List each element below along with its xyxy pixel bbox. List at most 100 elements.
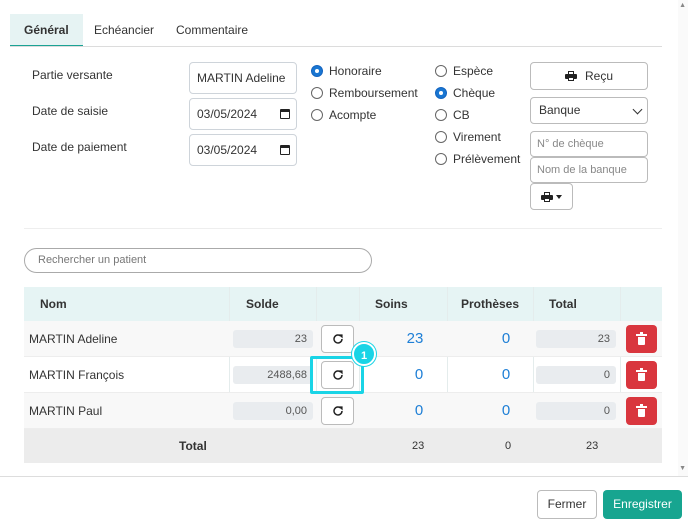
- date-saisie-label: Date de saisie: [32, 104, 109, 118]
- patient-search-input[interactable]: Rechercher un patient: [24, 248, 372, 273]
- refresh-icon: [332, 334, 343, 344]
- protheses-link[interactable]: 0: [486, 330, 526, 347]
- radio-button[interactable]: [435, 65, 447, 77]
- radio-button[interactable]: [311, 109, 323, 121]
- radio-espece[interactable]: Espèce: [435, 64, 493, 78]
- header-nom: Nom: [40, 297, 67, 311]
- header-solde: Solde: [246, 297, 279, 311]
- footer-divider: [0, 476, 688, 477]
- date-saisie-field[interactable]: 03/05/2024: [189, 98, 297, 130]
- refresh-button[interactable]: [321, 325, 354, 353]
- tab-bar: Général Echéancier Commentaire: [0, 0, 688, 48]
- soins-link[interactable]: 0: [399, 402, 439, 419]
- delete-button[interactable]: [626, 397, 657, 425]
- radio-button-checked[interactable]: [435, 87, 447, 99]
- recu-button[interactable]: Reçu: [530, 62, 648, 90]
- radio-label: Virement: [453, 130, 501, 144]
- printer-icon: [564, 71, 577, 81]
- close-button[interactable]: Fermer: [537, 490, 597, 519]
- radio-honoraire[interactable]: Honoraire: [311, 64, 382, 78]
- patient-name: MARTIN Adeline: [29, 332, 118, 346]
- radio-button[interactable]: [311, 87, 323, 99]
- radio-acompte[interactable]: Acompte: [311, 108, 376, 122]
- scroll-down-icon[interactable]: ▼: [679, 465, 686, 473]
- radio-button-checked[interactable]: [311, 65, 323, 77]
- table-row: MARTIN Paul 0,00 0 0 0: [24, 393, 662, 429]
- partie-versante-field[interactable]: MARTIN Adeline: [189, 62, 297, 94]
- trash-icon: [636, 367, 647, 381]
- radio-label: Remboursement: [329, 86, 418, 100]
- soins-link[interactable]: 23: [395, 330, 435, 347]
- date-paiement-field[interactable]: 03/05/2024: [189, 134, 297, 166]
- refresh-icon: [332, 370, 343, 380]
- scroll-up-icon[interactable]: ▲: [679, 2, 686, 10]
- solde-value: 2488,68: [233, 366, 313, 384]
- banque-select[interactable]: Banque: [530, 97, 648, 124]
- solde-value: 23: [233, 330, 313, 348]
- total-value: 23: [536, 330, 616, 348]
- total-value: 0: [536, 366, 616, 384]
- scrollbar[interactable]: ▲ ▼: [678, 0, 688, 476]
- trash-icon: [636, 403, 647, 417]
- radio-label: Prélèvement: [453, 152, 521, 166]
- calendar-icon[interactable]: [280, 145, 290, 155]
- radio-button[interactable]: [435, 131, 447, 143]
- radio-button[interactable]: [435, 109, 447, 121]
- recu-label: Reçu: [584, 69, 613, 83]
- radio-cheque[interactable]: Chèque: [435, 86, 495, 100]
- protheses-link[interactable]: 0: [486, 366, 526, 383]
- footer-protheses-total: 0: [505, 440, 512, 452]
- refresh-icon: [332, 406, 343, 416]
- header-soins: Soins: [375, 297, 408, 311]
- bank-name-input[interactable]: Nom de la banque: [530, 157, 648, 183]
- section-divider: [24, 228, 662, 229]
- radio-prelevement[interactable]: Prélèvement: [435, 152, 520, 166]
- date-paiement-label: Date de paiement: [32, 140, 127, 154]
- total-value: 0: [536, 402, 616, 420]
- tab-general[interactable]: Général: [10, 14, 83, 47]
- calendar-icon[interactable]: [280, 109, 290, 119]
- delete-button[interactable]: [626, 361, 657, 389]
- tab-divider: [10, 46, 662, 47]
- date-saisie-value: 03/05/2024: [197, 107, 258, 121]
- header-total: Total: [549, 297, 577, 311]
- radio-label: CB: [453, 108, 470, 122]
- radio-label: Acompte: [329, 108, 377, 122]
- footer-total-label: Total: [179, 439, 207, 453]
- table-row: MARTIN François 2488,68 0 0 0: [24, 357, 662, 393]
- radio-label: Honoraire: [329, 64, 382, 78]
- solde-value: 0,00: [233, 402, 313, 420]
- refresh-button[interactable]: [321, 397, 354, 425]
- soins-link[interactable]: 0: [399, 366, 439, 383]
- patient-name: MARTIN Paul: [29, 404, 103, 418]
- table-footer: Total 23 0 23: [24, 429, 662, 463]
- caret-down-icon: [556, 194, 562, 199]
- tab-echeancier[interactable]: Echéancier: [80, 14, 168, 47]
- print-dropdown-button[interactable]: [530, 183, 573, 210]
- patient-name: MARTIN François: [29, 368, 125, 382]
- partie-versante-label: Partie versante: [32, 68, 113, 82]
- footer-soins-total: 23: [412, 440, 425, 452]
- table-row: MARTIN Adeline 23 23 0 23: [24, 321, 662, 357]
- footer-grand-total: 23: [586, 440, 599, 452]
- radio-button[interactable]: [435, 153, 447, 165]
- refresh-button[interactable]: [321, 361, 354, 389]
- header-protheses: Prothèses: [461, 297, 520, 311]
- chevron-down-icon: [632, 104, 643, 115]
- step-badge: 1: [352, 342, 376, 366]
- trash-icon: [636, 331, 647, 345]
- save-button[interactable]: Enregistrer: [603, 490, 682, 519]
- delete-button[interactable]: [626, 325, 657, 353]
- radio-cb[interactable]: CB: [435, 108, 470, 122]
- protheses-link[interactable]: 0: [486, 402, 526, 419]
- banque-select-value: Banque: [539, 103, 581, 117]
- cheque-number-input[interactable]: N° de chèque: [530, 131, 648, 157]
- date-paiement-value: 03/05/2024: [197, 143, 258, 157]
- tab-commentaire[interactable]: Commentaire: [162, 14, 262, 47]
- radio-label: Chèque: [453, 86, 496, 100]
- table-header: Nom Solde Soins Prothèses Total: [24, 287, 662, 321]
- radio-remboursement[interactable]: Remboursement: [311, 86, 418, 100]
- radio-virement[interactable]: Virement: [435, 130, 501, 144]
- radio-label: Espèce: [453, 64, 494, 78]
- printer-icon: [541, 191, 553, 202]
